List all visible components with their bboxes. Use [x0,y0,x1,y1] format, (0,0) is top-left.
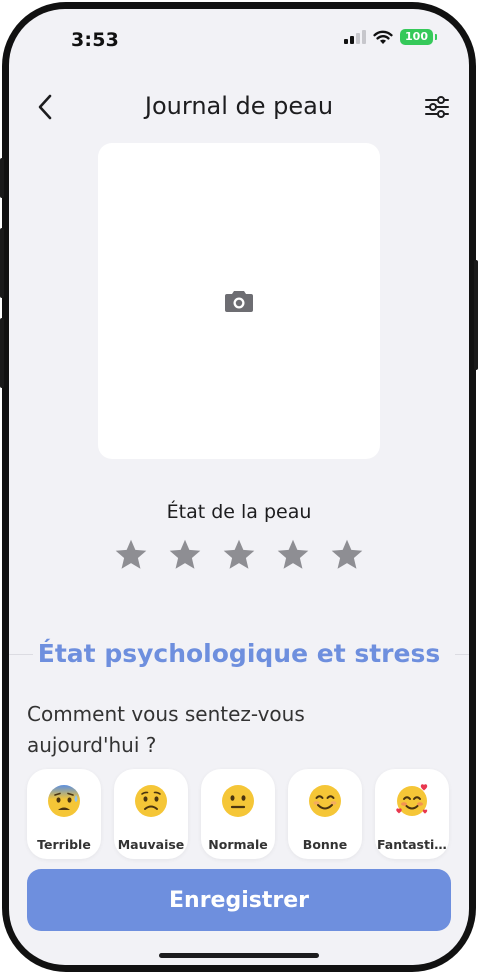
save-button[interactable]: Enregistrer [27,869,451,931]
star-icon[interactable] [221,537,257,573]
section-title: État psychologique et stress [37,639,441,668]
page-title: Journal de peau [144,92,334,120]
mood-label: Bonne [302,837,348,852]
status-icons: 100 [344,29,437,45]
star-icon[interactable] [329,537,365,573]
smiling-face-icon [309,785,341,817]
mood-option-mauvaise[interactable]: Mauvaise [114,769,188,859]
wifi-icon [373,30,393,44]
smiling-face-with-hearts-icon [396,784,428,816]
skin-rating-stars [9,537,469,573]
mood-selector: Terrible Mauvaise Normale Bonne Fantasti… [27,769,449,859]
battery-indicator: 100 [400,29,437,45]
mood-question: Comment vous sentez-vous aujourd'hui ? [27,702,305,757]
mood-label: Mauvaise [117,837,185,852]
skin-condition-label: État de la peau [166,501,312,523]
mute-switch [0,158,4,198]
anxious-sweat-face-icon [48,785,80,817]
worried-face-icon [135,785,167,817]
mood-option-normale[interactable]: Normale [201,769,275,859]
sliders-icon [425,96,449,118]
star-icon[interactable] [275,537,311,573]
mood-option-fantastique[interactable]: Fantastique [375,769,449,859]
power-button [474,260,478,370]
status-time: 3:53 [71,29,120,51]
mood-option-bonne[interactable]: Bonne [288,769,362,859]
filter-button[interactable] [421,91,453,123]
volume-up-button [0,228,4,298]
header: Journal de peau [9,79,469,135]
mood-label: Fantastique [377,837,447,852]
screen: 3:53 100 Journal de peau État de la peau… [9,9,469,965]
star-icon[interactable] [167,537,203,573]
cellular-signal-icon [344,30,367,44]
neutral-face-icon [222,785,254,817]
star-icon[interactable] [113,537,149,573]
camera-icon [225,291,253,312]
mood-option-terrible[interactable]: Terrible [27,769,101,859]
home-indicator [159,953,319,958]
photo-upload-area[interactable] [98,143,380,459]
volume-down-button [0,318,4,388]
mood-label: Normale [208,837,268,852]
mood-label: Terrible [37,837,91,852]
